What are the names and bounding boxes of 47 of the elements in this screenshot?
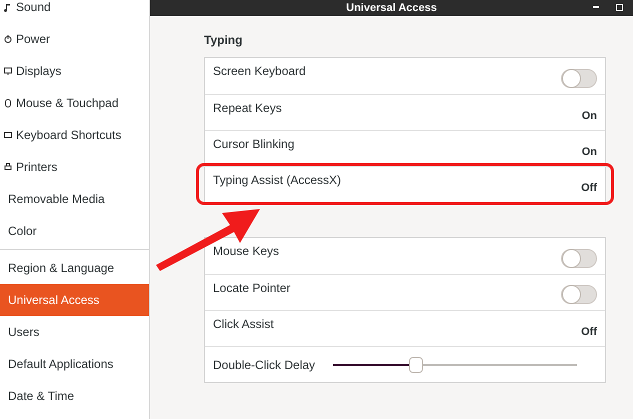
setting-row[interactable]: Screen Keyboard <box>205 58 605 94</box>
setting-label: Screen Keyboard <box>213 63 306 80</box>
toggle-switch[interactable] <box>561 285 597 304</box>
setting-label: Double-Click Delay <box>213 356 316 374</box>
setting-row[interactable]: Double-Click Delay <box>205 346 605 382</box>
sidebar-item[interactable]: Default Applications <box>0 348 149 380</box>
setting-value: Off <box>581 180 597 196</box>
toggle-switch[interactable] <box>561 249 597 268</box>
sidebar-item[interactable]: Universal Access <box>0 284 149 316</box>
sidebar-item[interactable]: Users <box>0 316 149 348</box>
mouse-icon <box>4 98 12 108</box>
setting-value: On <box>582 108 597 124</box>
setting-row[interactable]: Repeat Keys On <box>205 94 605 130</box>
setting-row[interactable]: Mouse Keys <box>205 238 605 274</box>
monitor-icon <box>4 66 12 76</box>
keyboard-icon <box>4 130 12 140</box>
power-icon <box>4 34 12 44</box>
setting-label: Repeat Keys <box>213 100 282 117</box>
setting-value: Off <box>581 324 597 340</box>
setting-label: Typing Assist (AccessX) <box>213 172 342 189</box>
toggle-switch[interactable] <box>561 69 597 88</box>
setting-label: Locate Pointer <box>213 280 290 297</box>
sidebar-item[interactable]: Keyboard Shortcuts <box>0 119 149 151</box>
sidebar-item[interactable]: Displays <box>0 55 149 87</box>
setting-row[interactable]: Locate Pointer <box>205 274 605 310</box>
highlighted-setting-row[interactable]: Typing Assist (AccessX) Off <box>199 166 611 202</box>
sidebar-item[interactable]: Region & Language <box>0 252 149 284</box>
sidebar-item[interactable]: Color <box>0 215 149 247</box>
slider-thumb[interactable] <box>408 356 423 372</box>
setting-label: Click Assist <box>213 316 274 333</box>
sidebar-item[interactable]: Removable Media <box>0 183 149 215</box>
section-heading: Typing <box>204 32 244 49</box>
sidebar-item[interactable]: Printers <box>0 151 149 183</box>
sidebar-item[interactable]: Power <box>0 23 149 55</box>
printer-icon <box>4 162 12 172</box>
setting-row[interactable]: Click Assist Off <box>205 310 605 346</box>
setting-value: On <box>582 144 597 160</box>
setting-label: Mouse Keys <box>213 243 280 260</box>
sidebar-item[interactable]: Sound <box>0 0 149 23</box>
maximize-button[interactable] <box>616 4 623 11</box>
music-note-icon <box>4 2 12 12</box>
sidebar-item[interactable]: Date & Time <box>0 380 149 412</box>
window-title: Universal Access <box>346 2 437 14</box>
sidebar-item[interactable]: Mouse & Touchpad <box>0 87 149 119</box>
setting-label: Cursor Blinking <box>213 136 294 153</box>
minimize-button[interactable] <box>593 6 599 8</box>
setting-row[interactable]: Cursor Blinking On <box>205 130 605 166</box>
